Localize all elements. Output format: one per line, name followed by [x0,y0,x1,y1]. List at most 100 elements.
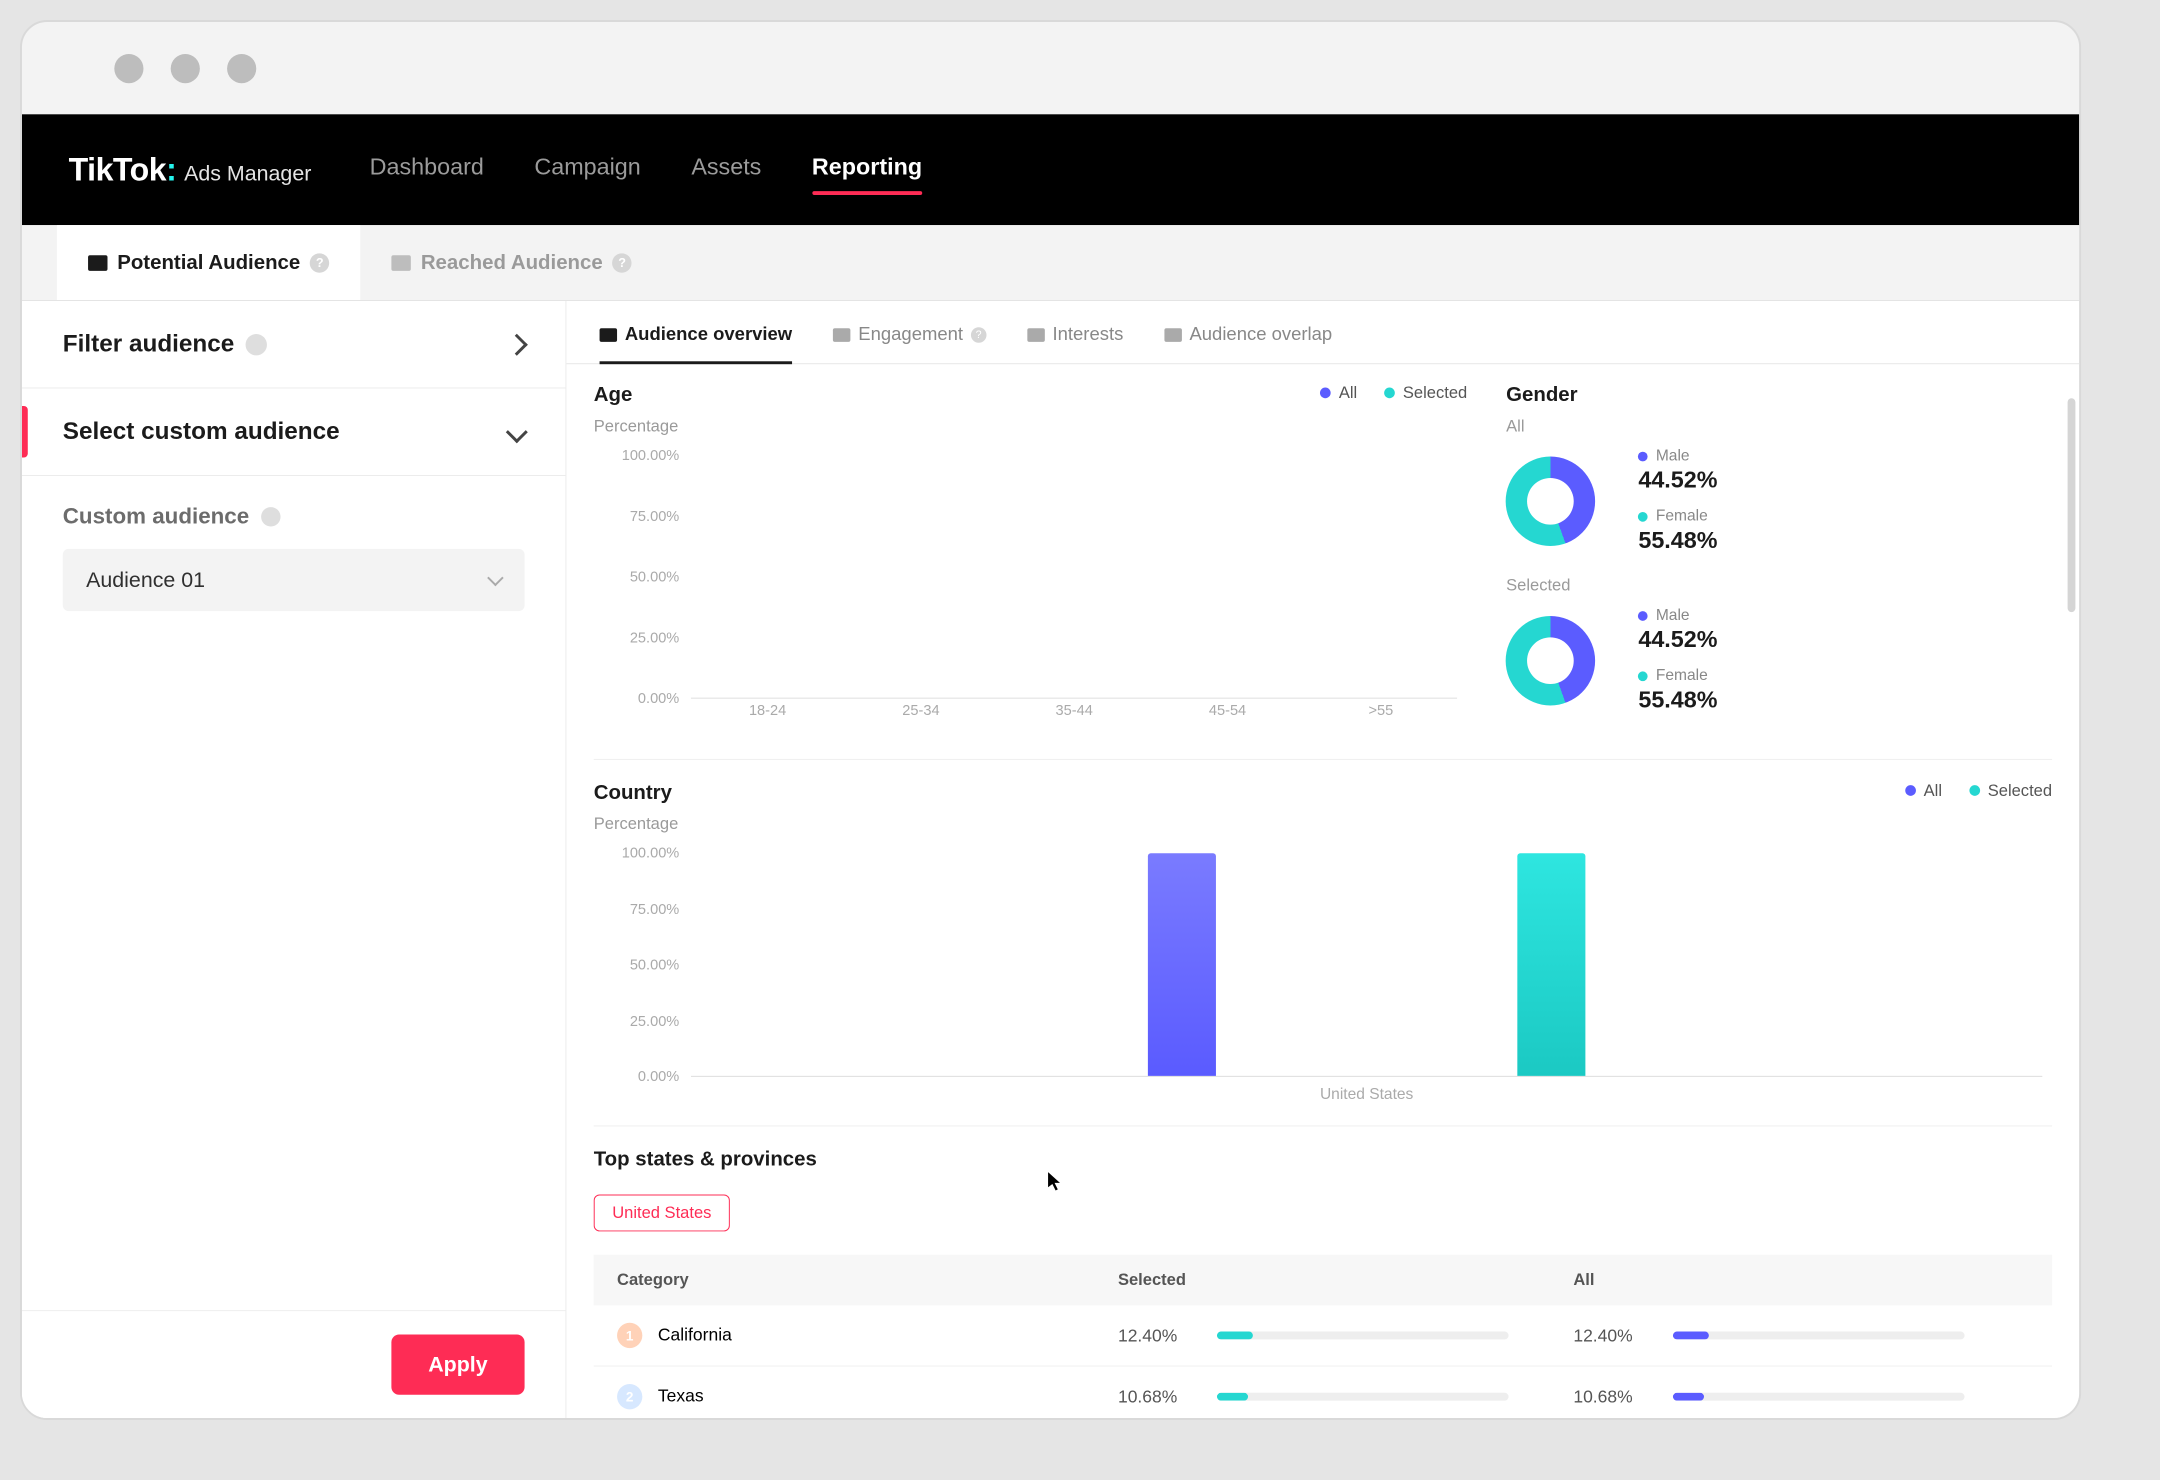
subtab-label: Interests [1052,324,1123,345]
all-pct: 12.40% [1573,1325,1649,1345]
brand-logo-text: TikTok: [69,151,177,188]
custom-audience-label: Custom audience [63,503,525,529]
sub-tabs: Audience overview Engagement? Interests … [566,301,2079,364]
top-nav: TikTok: Ads Manager Dashboard Campaign A… [22,114,2079,225]
audience-icon [88,255,107,271]
sidebar-select-custom-audience[interactable]: Select custom audience [22,388,565,476]
legend-selected: Selected [1969,781,2052,800]
gender-title: Gender [1506,384,2052,407]
pct-bar [1672,1332,1964,1340]
age-chart: 100.00%75.00%50.00%25.00%0.00% 18-2425-3… [594,456,1468,728]
country-bar [1517,853,1585,1076]
country-bar [1148,853,1216,1076]
audience-icon [392,255,411,271]
help-icon[interactable]: ? [612,253,631,272]
pct-bar [1217,1332,1509,1340]
tab-reached-audience[interactable]: Reached Audience ? [361,225,663,300]
custom-audience-select[interactable]: Audience 01 [63,549,525,611]
age-xlabel: 35-44 [1030,703,1118,728]
chevron-down-icon [506,421,528,443]
sidebar-filter-audience[interactable]: Filter audience [22,301,565,389]
th-all: All [1573,1270,2028,1289]
help-icon[interactable] [246,334,267,355]
sidebar-footer: Apply [22,1310,565,1418]
rank-badge: 2 [617,1384,642,1409]
table-row: 1California12.40%12.40% [594,1305,2052,1366]
brand: TikTok: Ads Manager [69,151,312,188]
subtab-audience-overview[interactable]: Audience overview [599,324,792,363]
select-value: Audience 01 [86,567,205,592]
tab-label: Reached Audience [421,251,603,274]
sidebar-label: Filter audience [63,330,235,358]
age-legend: All Selected [1320,384,1467,403]
legend-all: All [1320,384,1357,403]
gender-all-label: All [1506,417,2052,436]
age-title: Age [594,384,679,407]
main-content: Audience overview Engagement? Interests … [566,301,2079,1418]
window-control-dot[interactable] [114,54,143,83]
section-tabs: Potential Audience ? Reached Audience ? [22,225,2079,301]
nav-assets[interactable]: Assets [691,154,761,185]
states-panel: Top states & provinces United States Cat… [594,1126,2052,1418]
sidebar-label: Select custom audience [63,418,340,446]
gender-panel: Gender All Male 44.52% [1506,384,2052,736]
country-legend: All Selected [1905,781,2052,800]
interests-icon [1027,328,1045,342]
age-xlabel: >55 [1337,703,1425,728]
apply-button[interactable]: Apply [391,1334,524,1394]
row-age-gender: Age Percentage All Selected 100.00%75.00… [594,384,2052,760]
pct-bar [1217,1393,1509,1401]
pct-bar [1672,1393,1964,1401]
nav-dashboard[interactable]: Dashboard [370,154,484,185]
content: Age Percentage All Selected 100.00%75.00… [566,364,2079,1418]
brand-subtitle: Ads Manager [184,161,311,186]
age-subtitle: Percentage [594,417,679,436]
help-icon[interactable] [261,507,280,526]
gender-all-female: Female 55.48% [1638,508,1717,555]
th-category: Category [617,1270,1118,1289]
help-icon[interactable]: ? [971,327,987,343]
legend-selected: Selected [1384,384,1467,403]
subtab-interests[interactable]: Interests [1027,324,1123,363]
subtab-engagement[interactable]: Engagement? [833,324,986,363]
nav-campaign[interactable]: Campaign [534,154,640,185]
tab-potential-audience[interactable]: Potential Audience ? [57,225,361,300]
age-xlabel: 25-34 [877,703,965,728]
age-panel: Age Percentage All Selected 100.00%75.00… [594,384,1468,736]
tab-label: Potential Audience [117,251,300,274]
all-pct: 10.68% [1573,1386,1649,1406]
country-xlabel: United States [691,1087,2042,1105]
gender-selected-label: Selected [1506,576,2052,595]
th-selected: Selected [1118,1270,1573,1289]
window-titlebar [22,22,2079,114]
chevron-right-icon [506,333,528,355]
country-chart: 100.00%75.00%50.00%25.00%0.00% United St… [594,853,2052,1106]
gender-selected-male: Male 44.52% [1638,607,1717,654]
sidebar: Filter audience Select custom audience C… [22,301,566,1418]
help-icon[interactable]: ? [310,253,329,272]
table-header: Category Selected All [594,1255,2052,1306]
age-xlabel: 18-24 [724,703,811,728]
subtab-audience-overlap[interactable]: Audience overlap [1164,324,1332,363]
legend-all: All [1905,781,1942,800]
gender-selected-female: Female 55.48% [1638,668,1717,715]
gender-selected-donut [1506,616,1595,705]
subtab-label: Engagement [858,324,963,345]
body: Filter audience Select custom audience C… [22,301,2079,1418]
nav-reporting[interactable]: Reporting [812,154,922,185]
nav-links: Dashboard Campaign Assets Reporting [370,154,922,185]
app-window: TikTok: Ads Manager Dashboard Campaign A… [20,20,2081,1420]
gender-all-male: Male 44.52% [1638,448,1717,495]
age-xlabel: 45-54 [1184,703,1272,728]
window-control-dot[interactable] [227,54,256,83]
subtab-label: Audience overlap [1189,324,1332,345]
rank-badge: 1 [617,1323,642,1348]
state-name: Texas [658,1386,704,1405]
subtab-label: Audience overview [625,324,792,345]
overlap-icon [1164,328,1182,342]
scrollbar[interactable] [2068,398,2076,612]
country-chip[interactable]: United States [594,1194,730,1231]
caret-down-icon [487,570,503,586]
folder-icon [599,328,617,342]
window-control-dot[interactable] [171,54,200,83]
